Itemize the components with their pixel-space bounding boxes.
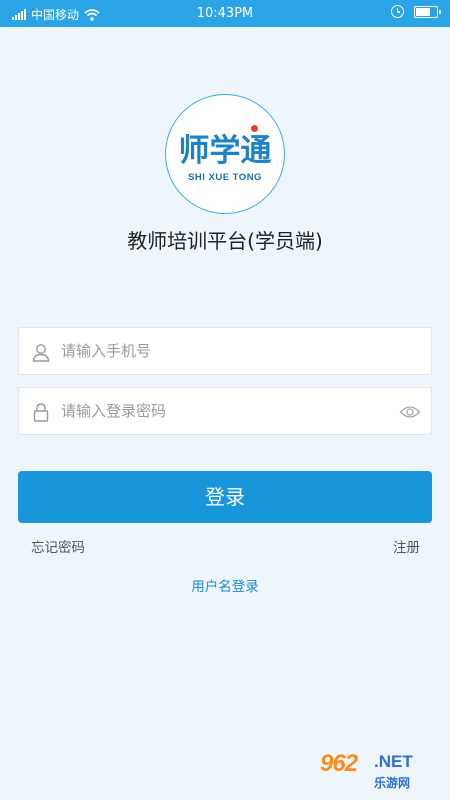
password-input[interactable]: [61, 388, 391, 434]
app-title: 教师培训平台(学员端): [127, 229, 323, 253]
watermark-cn: 乐游网: [374, 776, 411, 790]
phone-field[interactable]: [18, 327, 432, 375]
status-bar: 中国移动 10:43PM: [0, 0, 450, 27]
watermark-net: .NET: [374, 752, 413, 771]
app-logo: 师学通 SHI XUE TONG: [165, 94, 285, 214]
login-button[interactable]: 登录: [18, 471, 432, 523]
watermark-number: 962: [320, 750, 358, 777]
register-link[interactable]: 注册: [393, 536, 420, 556]
logo-dot-icon: [250, 125, 258, 132]
battery-icon: [414, 5, 441, 18]
username-login-link[interactable]: 用户名登录: [0, 575, 450, 595]
password-field[interactable]: [18, 387, 432, 435]
site-watermark-logo: 962 .NET 乐游网: [318, 750, 444, 794]
eye-icon[interactable]: [399, 402, 421, 422]
clock-icon: [391, 5, 404, 18]
user-icon: [32, 344, 50, 362]
logo-name-en: SHI XUE TONG: [188, 172, 262, 183]
forgot-password-link[interactable]: 忘记密码: [31, 536, 85, 556]
lock-icon: [33, 403, 49, 422]
status-time: 10:43PM: [196, 6, 254, 21]
logo-name-cn: 师学通: [179, 125, 272, 170]
phone-input[interactable]: [61, 328, 391, 374]
